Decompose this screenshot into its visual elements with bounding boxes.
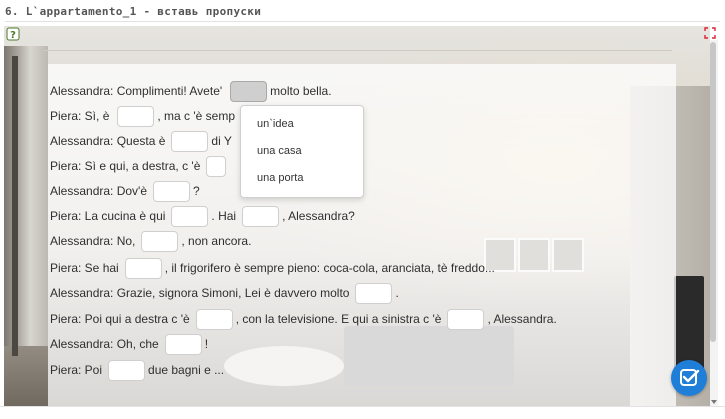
sentence-text: Alessandra: Oh, che	[50, 337, 159, 351]
stage-rule	[44, 50, 672, 51]
sentence-text: ?	[193, 184, 200, 198]
sentence-text: , Alessandra.	[487, 312, 557, 326]
sentence-text: . Hai	[211, 209, 237, 223]
sentence-text: Alessandra: Questa è	[50, 134, 166, 148]
sentence-line: Alessandra: Questa è di Y	[50, 129, 232, 153]
sentence-text: !	[204, 337, 209, 351]
answer-gap[interactable]	[195, 308, 233, 330]
background-window-frame	[12, 56, 18, 356]
sentence-line: Alessandra: Dov'è ?	[50, 179, 200, 203]
answer-gap[interactable]	[171, 205, 209, 227]
help-icon[interactable]: ?	[6, 27, 20, 41]
check-answers-button[interactable]	[671, 360, 707, 396]
sentence-text: Piera: Sì, è	[50, 109, 110, 123]
sentence-line: Alessandra: Complimenti! Avete' molto be…	[50, 79, 332, 103]
sentence-text: molto bella.	[270, 84, 332, 98]
sentence-text: Piera: La cucina è qui	[50, 209, 166, 223]
scroll-down-icon[interactable]	[710, 398, 718, 406]
svg-text:?: ?	[10, 30, 16, 41]
sentence-line: Piera: Sì, è , ma c 'è semp	[50, 104, 235, 128]
sentence-text: due bagni e ...	[148, 363, 225, 377]
sentence-text: , con la televisione. E qui a sinistra c…	[235, 312, 442, 326]
sentence-text: .	[395, 286, 399, 300]
sentence-line: Alessandra: No, , non ancora.	[50, 229, 251, 253]
sentence-line: Piera: Se hai , il frigorifero è sempre …	[50, 256, 495, 280]
fullscreen-icon[interactable]	[704, 27, 716, 39]
sentence-line: Alessandra: Grazie, signora Simoni, Lei …	[50, 281, 399, 305]
option-item[interactable]: una porta	[257, 172, 303, 184]
sentence-line: Piera: Poi qui a destra c 'è , con la te…	[50, 307, 557, 331]
sentence-text: Piera: Se hai	[50, 261, 119, 275]
sentence-line: Piera: Sì e qui, a destra, c 'è	[50, 154, 229, 178]
answer-gap[interactable]	[124, 257, 162, 279]
sentence-line: Alessandra: Oh, che !	[50, 332, 208, 356]
sentence-text: , Alessandra?	[282, 209, 355, 223]
sentence-text: , ma c 'è semp	[157, 109, 236, 123]
answer-gap[interactable]	[447, 308, 485, 330]
check-icon	[680, 369, 700, 386]
sentence-text: , non ancora.	[181, 234, 252, 248]
answer-gap[interactable]	[242, 205, 280, 227]
sentence-text: Piera: Poi	[50, 363, 103, 377]
sentence-text: Alessandra: Dov'è	[50, 184, 148, 198]
background-window	[4, 46, 48, 346]
sentence-text: , il frigorifero è sempre pieno: coca-co…	[164, 261, 495, 275]
sentence-line: Piera: Poi due bagni e ...	[50, 358, 224, 382]
answer-gap[interactable]	[355, 282, 393, 304]
answer-gap[interactable]	[117, 105, 155, 127]
sentence-text: di Y	[211, 134, 232, 148]
exercise-title: 6. L`appartamento_1 - вставь пропуски	[5, 5, 262, 18]
sentence-line: Piera: La cucina è qui . Hai , Alessandr…	[50, 204, 355, 228]
answer-gap[interactable]	[206, 155, 227, 177]
answer-gap[interactable]	[141, 230, 179, 252]
answer-gap[interactable]	[171, 130, 209, 152]
option-item[interactable]: un`idea	[257, 118, 294, 130]
divider	[0, 406, 725, 407]
sentence-text: Alessandra: Complimenti! Avete'	[50, 84, 223, 98]
option-item[interactable]: una casa	[257, 145, 302, 157]
answer-gap[interactable]	[108, 359, 146, 381]
answer-gap[interactable]	[153, 180, 191, 202]
sentence-text: Piera: Poi qui a destra c 'è	[50, 312, 190, 326]
sentence-text: Alessandra: Grazie, signora Simoni, Lei …	[50, 286, 350, 300]
answer-options-dropdown: un`idea una casa una porta	[240, 105, 364, 198]
scrollbar-thumb[interactable]	[710, 42, 716, 342]
sentence-text: Alessandra: No,	[50, 234, 136, 248]
sentence-text: Piera: Sì e qui, a destra, c 'è	[50, 159, 201, 173]
answer-gap[interactable]	[230, 80, 268, 102]
answer-gap[interactable]	[164, 333, 202, 355]
divider	[5, 21, 720, 22]
